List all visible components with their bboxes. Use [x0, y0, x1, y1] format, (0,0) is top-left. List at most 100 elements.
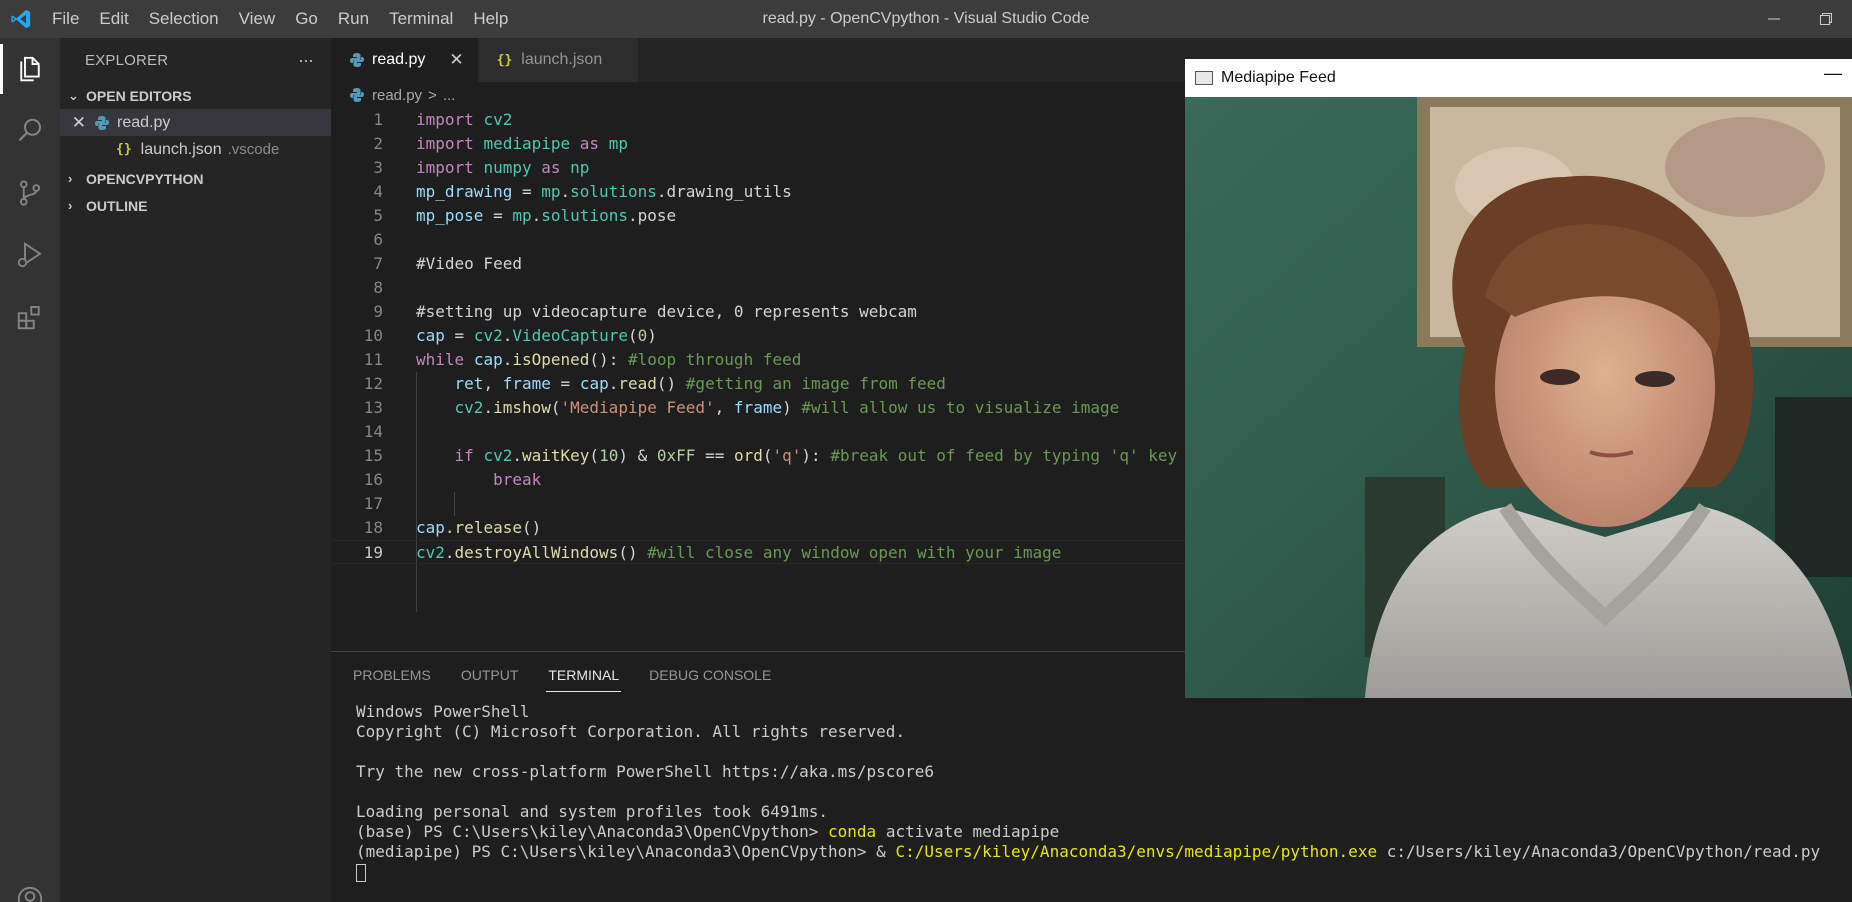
restore-icon [1820, 13, 1832, 25]
terminal-line: Copyright (C) Microsoft Corporation. All… [356, 722, 906, 741]
extensions-icon [17, 306, 40, 330]
minimize-button[interactable] [1748, 0, 1800, 38]
activity-extensions[interactable] [0, 286, 60, 348]
json-file-icon: {} [496, 52, 513, 68]
line-number: 5 [373, 206, 383, 225]
breadcrumb-separator: > [428, 86, 437, 104]
feed-minimize-button[interactable]: — [1824, 63, 1842, 84]
code-text: mp_pose = mp.solutions.pose [416, 206, 677, 225]
menu-run[interactable]: Run [328, 0, 379, 38]
tab-terminal[interactable]: TERMINAL [546, 652, 621, 698]
explorer-sidebar: EXPLORER ··· ⌄ OPEN EDITORS ✕ read.py {}… [60, 38, 331, 902]
terminal-prompt: (base) PS C:\Users\kiley\Anaconda3\OpenC… [356, 822, 829, 841]
sidebar-title: EXPLORER [85, 51, 169, 69]
activity-search[interactable] [0, 100, 60, 162]
open-editors-section[interactable]: ⌄ OPEN EDITORS [60, 82, 331, 109]
webcam-feed-image [1185, 97, 1852, 698]
restore-button[interactable] [1800, 0, 1852, 38]
tab-read-py[interactable]: read.py ✕ [331, 38, 479, 82]
tab-launch-json[interactable]: {} launch.json [478, 38, 640, 82]
code-text: import numpy as np [416, 158, 590, 177]
close-icon[interactable]: ✕ [60, 113, 94, 133]
menu-file[interactable]: File [42, 0, 89, 38]
line-number: 7 [373, 254, 383, 273]
line-number: 14 [363, 422, 383, 441]
title-bar: File Edit Selection View Go Run Terminal… [0, 0, 1852, 38]
line-number: 17 [363, 494, 383, 513]
search-icon [18, 118, 41, 142]
terminal-line: (base) PS C:\Users\kiley\Anaconda3\OpenC… [356, 822, 1820, 842]
line-number: 15 [363, 446, 383, 465]
tab-debug-console[interactable]: DEBUG CONSOLE [649, 652, 771, 698]
activity-source-control[interactable] [0, 162, 60, 224]
line-number: 9 [373, 302, 383, 321]
open-editor-folder: .vscode [227, 141, 280, 158]
menu-view[interactable]: View [229, 0, 286, 38]
activity-run-debug[interactable] [0, 224, 60, 286]
line-number: 13 [363, 398, 383, 417]
terminal-output[interactable]: Windows PowerShell Copyright (C) Microso… [356, 702, 1820, 882]
open-editor-launch-json[interactable]: {} launch.json .vscode [60, 136, 331, 163]
line-number: 8 [373, 278, 383, 297]
feed-window-titlebar[interactable]: Mediapipe Feed — [1185, 59, 1852, 97]
activity-explorer[interactable] [0, 38, 60, 100]
open-editor-name: read.py [117, 113, 171, 131]
source-control-icon [19, 180, 41, 206]
open-editor-name: launch.json [140, 140, 222, 158]
menu-go[interactable]: Go [285, 0, 328, 38]
outline-label: OUTLINE [86, 197, 148, 214]
menu-help[interactable]: Help [463, 0, 518, 38]
menu-edit[interactable]: Edit [89, 0, 138, 38]
code-text: #setting up videocapture device, 0 repre… [416, 302, 917, 321]
chevron-down-icon: ⌄ [68, 87, 79, 103]
sidebar-header: EXPLORER ··· [60, 38, 331, 82]
window-app-icon [1195, 71, 1213, 85]
line-number: 6 [373, 230, 383, 249]
terminal-cursor [356, 863, 366, 882]
json-file-icon: {} [116, 142, 132, 157]
terminal-line: Try the new cross-platform PowerShell ht… [356, 762, 934, 781]
project-folder-label: OPENCVPYTHON [86, 170, 204, 187]
breadcrumb: read.py > ... [331, 82, 455, 108]
feed-window-title: Mediapipe Feed [1221, 69, 1336, 86]
menu-selection[interactable]: Selection [139, 0, 229, 38]
line-number: 10 [363, 326, 383, 345]
minimize-icon [1768, 18, 1780, 20]
outline-section[interactable]: › OUTLINE [60, 192, 331, 219]
activity-account[interactable] [0, 868, 60, 902]
tab-close-icon[interactable]: ✕ [449, 50, 463, 70]
chevron-right-icon: › [68, 171, 73, 186]
terminal-line: Loading personal and system profiles too… [356, 802, 829, 821]
line-number: 11 [363, 350, 383, 369]
code-text: if cv2.waitKey(10) & 0xFF == ord('q'): #… [454, 446, 1178, 465]
terminal-prompt: (mediapipe) PS C:\Users\kiley\Anaconda3\… [356, 842, 896, 861]
terminal-cursor-line[interactable] [356, 862, 1820, 882]
code-text: #Video Feed [416, 254, 522, 273]
open-editor-read-py[interactable]: ✕ read.py [60, 109, 331, 136]
code-text: break [493, 470, 542, 489]
tab-output[interactable]: OUTPUT [461, 652, 519, 698]
activity-bar [0, 38, 60, 902]
breadcrumb-symbols[interactable]: ... [443, 87, 456, 104]
account-icon [17, 886, 43, 902]
menu-terminal[interactable]: Terminal [379, 0, 463, 38]
terminal-command: C:/Users/kiley/Anaconda3/envs/mediapipe/… [895, 842, 1378, 861]
code-text: cap = cv2.VideoCapture(0) [416, 326, 657, 345]
tab-problems[interactable]: PROBLEMS [353, 652, 431, 698]
line-number: 2 [373, 134, 383, 153]
line-number: 3 [373, 158, 383, 177]
terminal-command: conda [828, 822, 877, 841]
breadcrumb-file[interactable]: read.py [372, 87, 422, 104]
terminal-line: Windows PowerShell [356, 702, 530, 721]
code-text: cap.release() [416, 518, 542, 537]
mediapipe-feed-window[interactable]: Mediapipe Feed — [1185, 59, 1852, 698]
more-actions-button[interactable]: ··· [298, 50, 314, 71]
project-folder-section[interactable]: › OPENCVPYTHON [60, 165, 331, 192]
tab-label: read.py [372, 51, 426, 68]
run-debug-icon [17, 241, 42, 268]
line-number: 19 [363, 543, 383, 562]
terminal-args: c:/Users/kiley/Anaconda3/OpenCVpython/re… [1377, 842, 1821, 861]
code-text: ret, frame = cap.read() #getting an imag… [454, 374, 946, 393]
